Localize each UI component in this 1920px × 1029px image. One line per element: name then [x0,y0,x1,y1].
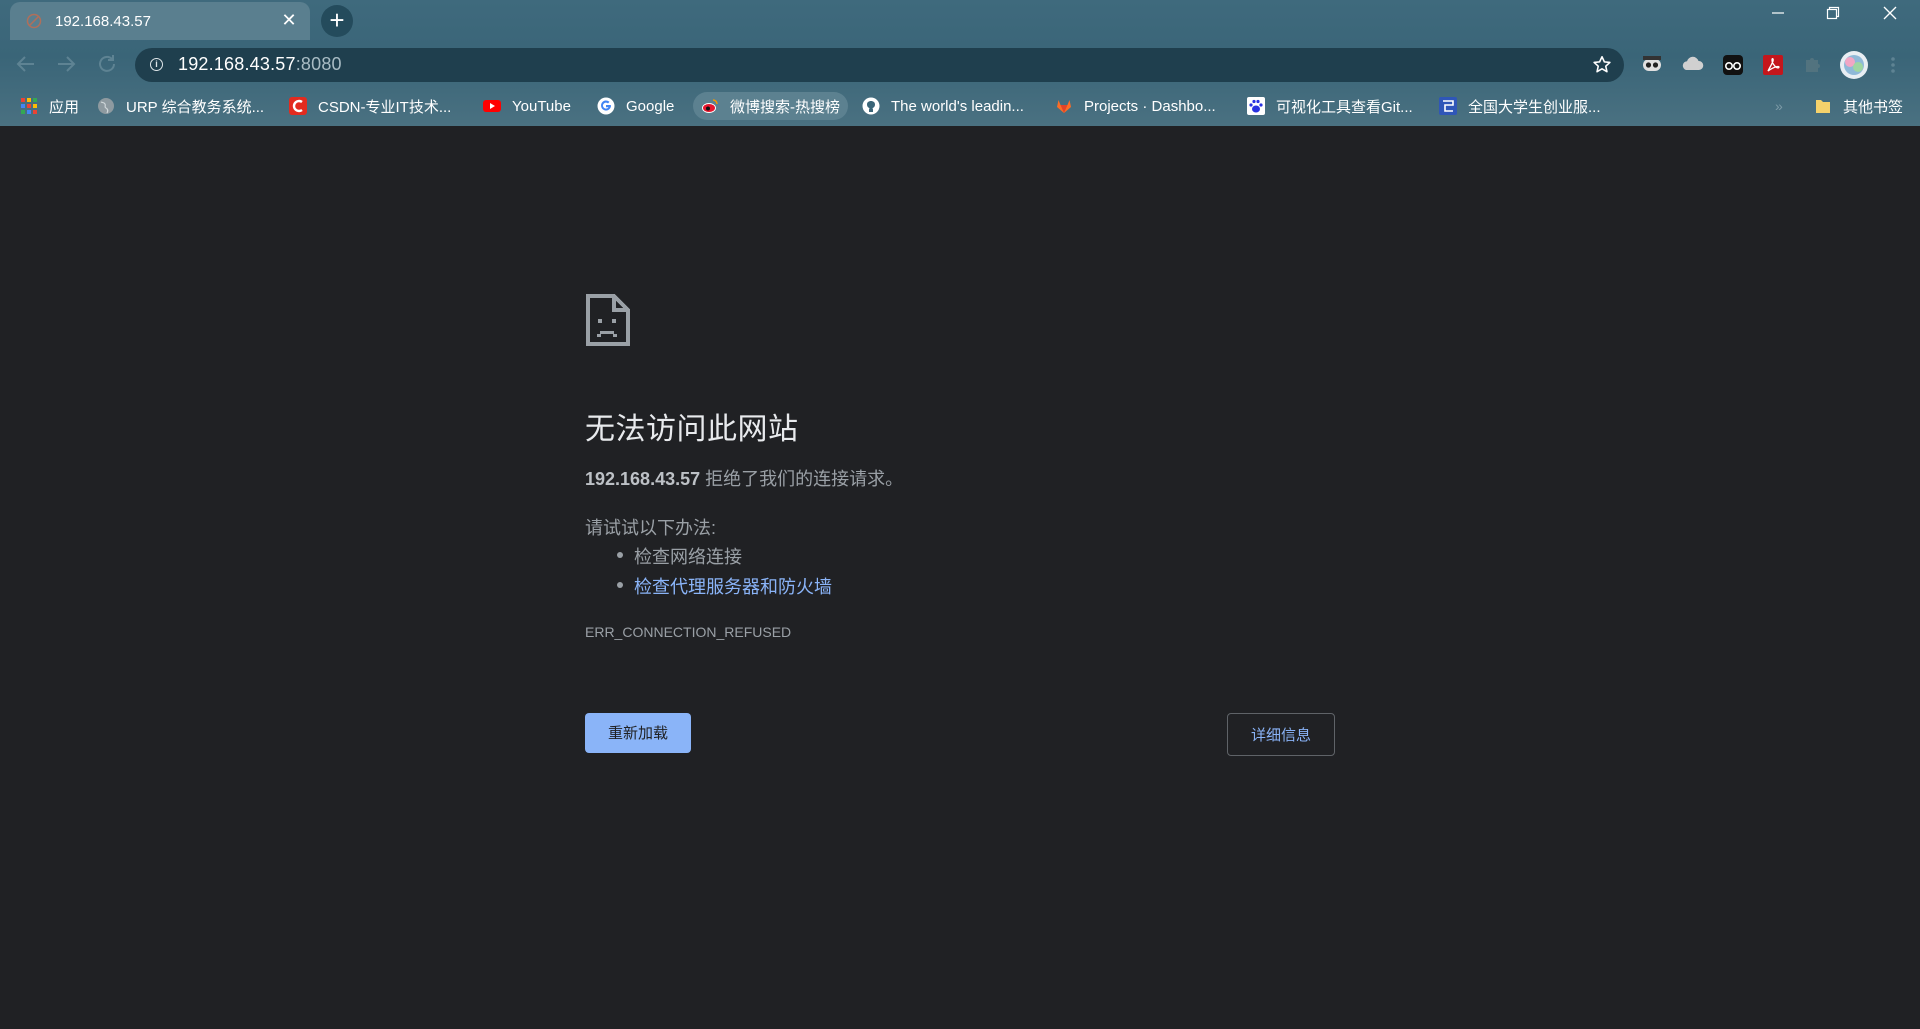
bookmark-label: 应用 [49,98,80,116]
error-host: 192.168.43.57 [585,469,701,489]
url-port: :8080 [295,54,342,74]
gitlab-icon [1057,100,1071,113]
csdn-icon [289,97,307,115]
extension-pdf-icon[interactable] [1760,52,1786,78]
error-heading: 无法访问此网站 [585,413,799,446]
bookmark-google[interactable]: Google [597,92,674,120]
window-restore-button[interactable] [1813,6,1853,30]
details-button[interactable]: 详细信息 [1227,713,1335,756]
more-menu-icon[interactable] [1880,52,1906,78]
bookmark-youtube[interactable]: YouTube [483,92,571,120]
bookmark-label: 微博搜索-热搜榜 [730,98,840,116]
reload-icon[interactable] [95,52,119,76]
bookmark-label: Projects · Dashbo... [1084,97,1216,115]
window-close-button[interactable] [1870,6,1910,30]
tab-title: 192.168.43.57 [55,13,151,30]
active-tab[interactable]: 192.168.43.57 ✕ [10,2,310,40]
extension-mask-icon[interactable] [1639,52,1665,78]
github-icon [862,97,880,115]
suggestion-check-network: 检查网络连接 [617,543,742,569]
bookmark-label: 其他书签 [1843,98,1904,116]
bookmark-label: 全国大学生创业服... [1468,98,1601,116]
startup-site-icon [1439,97,1457,115]
bookmark-weibo[interactable]: 微博搜索-热搜榜 [693,92,848,120]
bookmarks-bar: 应用 URP 综合教务系统... CSDN-专业IT技术... YouTube [0,92,1920,122]
baidu-paw-icon [1247,97,1265,115]
bookmark-label: 可视化工具查看Git... [1276,98,1413,116]
extension-glasses-icon[interactable] [1720,52,1746,78]
suggestions-label: 请试试以下办法: [585,518,717,538]
extension-cloud-icon[interactable] [1680,52,1706,78]
youtube-icon [483,100,501,112]
close-icon [1883,6,1897,20]
apps-grid-icon [21,98,37,114]
bookmark-urp[interactable]: URP 综合教务系统... [97,92,264,120]
bookmarks-overflow-chevron-icon[interactable]: » [1775,92,1783,120]
back-icon[interactable] [14,52,38,76]
error-code: ERR_CONNECTION_REFUSED [585,624,792,640]
bookmark-label: YouTube [512,97,571,115]
bookmark-csdn[interactable]: CSDN-专业IT技术... [289,92,451,120]
bookmark-gitlab[interactable]: Projects · Dashbo... [1055,92,1216,120]
address-bar[interactable]: i 192.168.43.57:8080 [135,48,1624,82]
google-icon [597,97,615,115]
page-error-icon [26,13,42,29]
bookmark-star-icon[interactable] [1591,54,1613,76]
bookmark-label: Google [626,97,675,115]
error-description: 192.168.43.57 拒绝了我们的连接请求。 [585,465,903,491]
extension-puzzle-icon[interactable] [1799,52,1825,78]
globe-icon [98,98,114,114]
bookmark-label: The world's leadin... [891,97,1024,115]
restore-icon [1826,6,1840,20]
profile-avatar[interactable] [1839,50,1869,80]
bookmark-other[interactable]: 其他书签 [1814,92,1903,120]
error-message: 拒绝了我们的连接请求。 [700,469,904,489]
minimize-icon [1772,12,1784,14]
suggestion-check-proxy-link[interactable]: 检查代理服务器和防火墙 [617,573,832,599]
bookmark-label: URP 综合教务系统... [126,98,265,116]
reload-button[interactable]: 重新加载 [585,713,691,753]
window-minimize-button[interactable] [1758,6,1798,30]
weibo-icon [702,99,718,113]
forward-icon[interactable] [54,52,78,76]
tab-close-icon[interactable]: ✕ [278,9,300,31]
bookmark-label: CSDN-专业IT技术... [318,98,452,116]
bookmark-baidu[interactable]: 可视化工具查看Git... [1247,92,1413,120]
url-host: 192.168.43.57 [178,54,296,74]
folder-icon [1816,100,1830,113]
new-tab-button[interactable]: + [321,5,353,37]
bookmark-apps[interactable]: 应用 [20,92,79,120]
sad-page-icon [586,294,630,346]
bookmark-github[interactable]: The world's leadin... [862,92,1024,120]
browser-chrome: 192.168.43.57 ✕ + i 192.168.43.57:8080 应… [0,0,1920,126]
site-info-icon[interactable]: i [150,58,163,71]
bookmark-startup[interactable]: 全国大学生创业服... [1439,92,1601,120]
url-text[interactable]: 192.168.43.57:8080 [178,54,342,75]
